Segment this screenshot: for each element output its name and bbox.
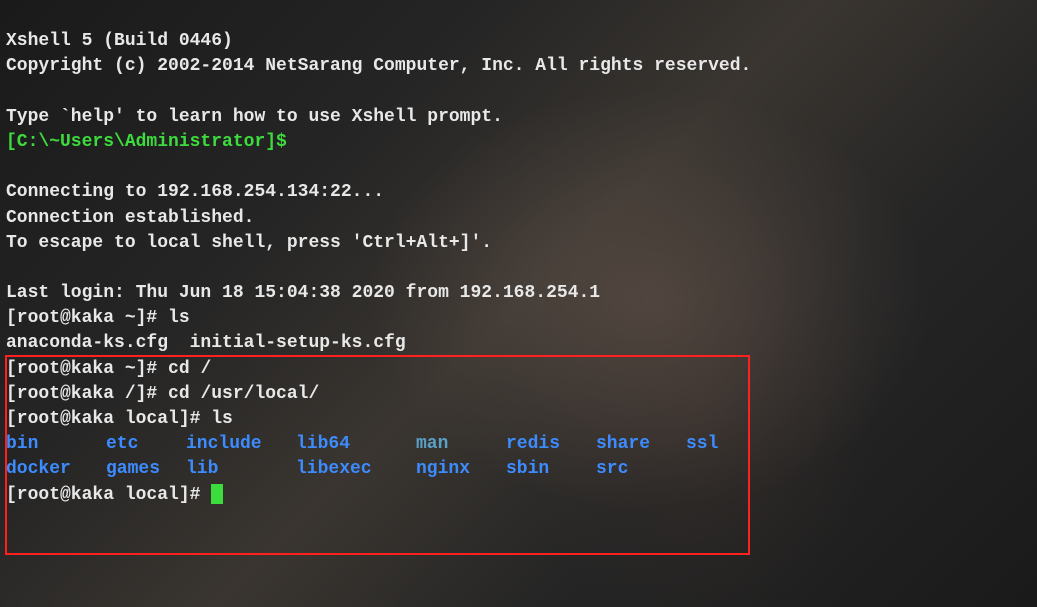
dir-docker: docker bbox=[6, 457, 106, 482]
cursor[interactable] bbox=[211, 484, 223, 504]
dir-lib64: lib64 bbox=[296, 432, 416, 457]
ls-output-row-1: binetcincludelib64manredissharessl bbox=[6, 432, 1031, 457]
dir-libexec: libexec bbox=[296, 457, 416, 482]
dir-etc: etc bbox=[106, 432, 186, 457]
dir-lib: lib bbox=[186, 457, 296, 482]
dir-redis: redis bbox=[506, 432, 596, 457]
dir-bin: bin bbox=[6, 432, 106, 457]
dir-ssl: ssl bbox=[686, 432, 718, 457]
dir-man: man bbox=[416, 432, 506, 457]
dir-sbin: sbin bbox=[506, 457, 596, 482]
copyright-line: Copyright (c) 2002-2014 NetSarang Comput… bbox=[6, 56, 751, 76]
app-title: Xshell 5 (Build 0446) bbox=[6, 31, 233, 51]
last-login-line: Last login: Thu Jun 18 15:04:38 2020 fro… bbox=[6, 283, 600, 303]
cmd-cd-root: cd / bbox=[157, 359, 211, 379]
connecting-line: Connecting to 192.168.254.134:22... bbox=[6, 182, 384, 202]
ls-output-row-2: dockergamesliblibexecnginxsbinsrc bbox=[6, 457, 1031, 482]
dir-nginx: nginx bbox=[416, 457, 506, 482]
dir-src: src bbox=[596, 457, 628, 482]
dir-games: games bbox=[106, 457, 186, 482]
prompt-home-2: [root@kaka ~]# bbox=[6, 359, 157, 379]
ls-home-output: anaconda-ks.cfg initial-setup-ks.cfg bbox=[6, 333, 406, 353]
prompt-local-2: [root@kaka local]# bbox=[6, 485, 200, 505]
prompt-root: [root@kaka /]# bbox=[6, 384, 157, 404]
help-hint: Type `help' to learn how to use Xshell p… bbox=[6, 107, 503, 127]
prompt-local-1: [root@kaka local]# bbox=[6, 409, 200, 429]
local-shell-prompt: [C:\~Users\Administrator]$ bbox=[6, 132, 287, 152]
escape-hint-line: To escape to local shell, press 'Ctrl+Al… bbox=[6, 233, 492, 253]
cmd-ls-2: ls bbox=[200, 409, 232, 429]
connection-established-line: Connection established. bbox=[6, 208, 254, 228]
prompt-home-1: [root@kaka ~]# bbox=[6, 308, 157, 328]
terminal-output[interactable]: Xshell 5 (Build 0446) Copyright (c) 2002… bbox=[0, 0, 1037, 512]
dir-include: include bbox=[186, 432, 296, 457]
cmd-cd-usr-local: cd /usr/local/ bbox=[157, 384, 319, 404]
cmd-ls-1: ls bbox=[157, 308, 189, 328]
dir-share: share bbox=[596, 432, 686, 457]
